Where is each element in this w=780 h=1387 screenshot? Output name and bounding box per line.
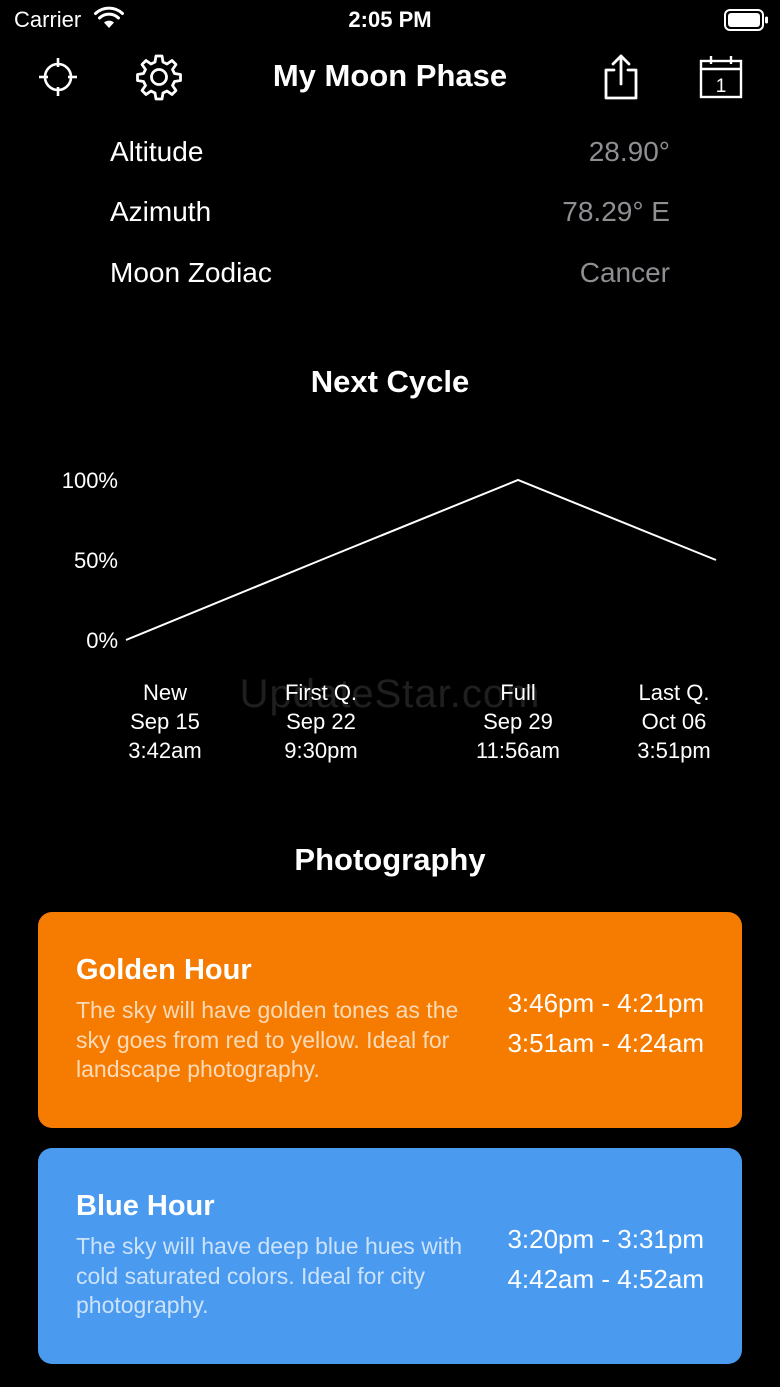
zodiac-value: Cancer (579, 257, 670, 288)
blue-hour-description: The sky will have deep blue hues with co… (76, 1233, 463, 1318)
phase-time: 3:42am (128, 738, 201, 763)
battery-icon (724, 8, 770, 37)
next-cycle-chart: 100% 50% 0% New Sep 15 3:42am First Q. S… (62, 468, 717, 763)
calendar-icon: 1 (699, 55, 743, 104)
golden-hour-morning-time: 3:51am - 4:24am (507, 1028, 704, 1058)
blue-hour-morning-time: 4:42am - 4:52am (507, 1264, 704, 1294)
share-icon (601, 53, 641, 106)
golden-hour-description: The sky will have golden tones as the sk… (76, 997, 459, 1082)
photography-title: Photography (294, 842, 486, 877)
status-bar: Carrier 2:05 PM (0, 0, 780, 40)
calendar-button[interactable]: 1 (696, 54, 746, 104)
phase-time: 9:30pm (284, 738, 357, 763)
y-tick-0: 0% (86, 628, 118, 653)
altitude-value: 28.90° (588, 136, 670, 167)
blue-hour-title: Blue Hour (76, 1190, 215, 1222)
azimuth-label: Azimuth (110, 196, 212, 227)
next-cycle-title: Next Cycle (310, 364, 470, 399)
clock: 2:05 PM (348, 7, 432, 32)
phase-time: 3:51pm (637, 738, 710, 763)
zodiac-row: Moon Zodiac Cancer (110, 257, 670, 297)
y-tick-100: 100% (62, 468, 118, 493)
golden-hour-card[interactable]: Golden Hour The sky will have golden ton… (38, 912, 742, 1128)
altitude-label: Altitude (110, 136, 204, 167)
phase-time: 11:56am (476, 738, 560, 763)
svg-text:1: 1 (716, 76, 727, 97)
altitude-row: Altitude 28.90° (110, 136, 670, 176)
blue-hour-card[interactable]: Blue Hour The sky will have deep blue hu… (38, 1148, 742, 1364)
phase-illumination-line (125, 478, 717, 641)
azimuth-row: Azimuth 78.29° E (110, 196, 670, 236)
golden-hour-evening-time: 3:46pm - 4:21pm (507, 988, 704, 1018)
blue-hour-evening-time: 3:20pm - 3:31pm (507, 1224, 704, 1254)
share-button[interactable] (596, 54, 646, 104)
azimuth-value: 78.29° E (562, 196, 670, 227)
page-title: My Moon Phase (272, 58, 508, 93)
golden-hour-title: Golden Hour (76, 954, 252, 986)
watermark: UpdateStar.com (239, 672, 541, 716)
zodiac-label: Moon Zodiac (110, 257, 272, 288)
y-tick-50: 50% (74, 548, 118, 573)
